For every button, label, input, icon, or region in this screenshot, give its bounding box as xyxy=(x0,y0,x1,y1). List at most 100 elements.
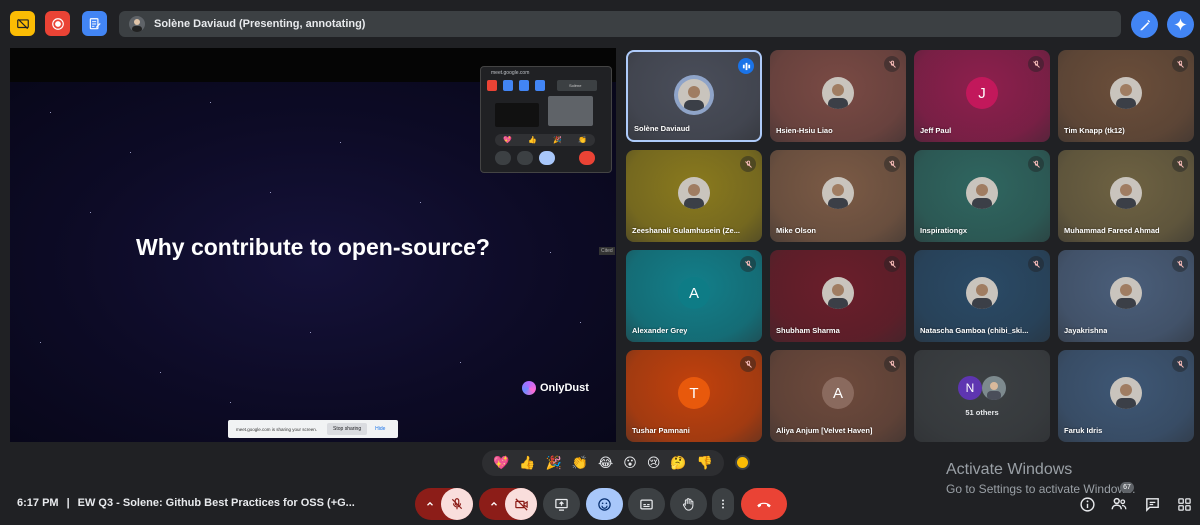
mic-off-icon xyxy=(744,360,752,368)
participant-tile[interactable]: T Tushar Pamnani xyxy=(626,350,762,442)
reactions-button[interactable] xyxy=(586,488,623,520)
reaction-emoji[interactable]: 🎉 xyxy=(545,455,561,471)
participant-tile[interactable]: Mike Olson xyxy=(770,150,906,242)
top-bar: Solène Daviaud (Presenting, annotating) xyxy=(0,0,1200,46)
gemini-button[interactable] xyxy=(1167,11,1194,38)
hide-notice-link[interactable]: Hide xyxy=(375,426,385,432)
camera-toggle-button[interactable] xyxy=(505,488,537,520)
annotate-button[interactable] xyxy=(1131,11,1158,38)
mic-control[interactable] xyxy=(415,488,473,520)
muted-indicator xyxy=(740,256,756,272)
others-count-label: 51 others xyxy=(965,408,999,417)
meeting-name: EW Q3 - Solene: Github Best Practices fo… xyxy=(77,497,355,509)
record-button[interactable] xyxy=(45,11,70,36)
info-icon xyxy=(1079,496,1095,512)
mic-off-icon xyxy=(744,260,752,268)
audio-bars-icon xyxy=(742,62,750,70)
presentation-stage[interactable]: Why contribute to open-source? Cited Onl… xyxy=(10,48,616,442)
reaction-emoji[interactable]: 😢 xyxy=(647,455,661,471)
participant-name: Tushar Pamnani xyxy=(632,426,690,435)
participant-tile[interactable]: A Alexander Grey xyxy=(626,250,762,342)
onlydust-logo-icon xyxy=(522,381,536,395)
participant-name: Jayakrishna xyxy=(1064,326,1108,335)
muted-indicator xyxy=(1172,356,1188,372)
mic-off-icon xyxy=(1176,360,1184,368)
presentation-toggle-button[interactable] xyxy=(10,11,35,36)
participant-tile[interactable]: Faruk Idris xyxy=(1058,350,1194,442)
mic-off-icon xyxy=(1176,160,1184,168)
participant-name: Natascha Gamboa (chibi_ski... xyxy=(920,326,1029,335)
reaction-emoji[interactable]: 👎 xyxy=(697,455,713,471)
chat-button[interactable] xyxy=(1140,492,1164,516)
participant-avatar xyxy=(982,376,1006,400)
participant-avatar xyxy=(966,177,998,209)
present-now-button[interactable] xyxy=(543,488,580,520)
participant-tile[interactable]: J Jeff Paul xyxy=(914,50,1050,142)
reaction-emoji[interactable]: 😮 xyxy=(623,455,637,471)
participant-tile[interactable]: Natascha Gamboa (chibi_ski... xyxy=(914,250,1050,342)
presenter-banner: Solène Daviaud (Presenting, annotating) xyxy=(119,11,1121,37)
reaction-emoji[interactable]: 💖 xyxy=(493,455,509,471)
people-button[interactable] xyxy=(1107,492,1131,516)
participant-name: Jeff Paul xyxy=(920,126,952,135)
skin-tone-picker[interactable] xyxy=(735,455,750,470)
participant-name: Faruk Idris xyxy=(1064,426,1103,435)
participant-name: Shubham Sharma xyxy=(776,326,840,335)
muted-indicator xyxy=(884,56,900,72)
participant-avatar xyxy=(1110,377,1142,409)
participant-avatar xyxy=(1110,177,1142,209)
participant-tile[interactable]: A Aliya Anjum [Velvet Haven] xyxy=(770,350,906,442)
muted-indicator xyxy=(740,156,756,172)
reaction-emoji[interactable]: 😂 xyxy=(598,455,613,471)
more-options-button[interactable] xyxy=(712,488,734,520)
mic-off-icon xyxy=(888,360,896,368)
participant-name: Aliya Anjum [Velvet Haven] xyxy=(776,426,873,435)
meet-window: Solène Daviaud (Presenting, annotating) xyxy=(0,0,1200,525)
reaction-emoji[interactable]: 🤔 xyxy=(670,455,686,471)
raise-hand-button[interactable] xyxy=(670,488,707,520)
shared-meet-mini-window: meet.google.com Solène 💖 👍 🎉 👏 xyxy=(480,66,612,173)
leave-call-button[interactable] xyxy=(741,488,787,520)
mini-sparkle-icon xyxy=(535,80,545,91)
participant-tile[interactable]: Jayakrishna xyxy=(1058,250,1194,342)
reaction-emoji[interactable]: 👏 xyxy=(572,455,588,471)
apps-icon xyxy=(1177,497,1191,511)
mini-mic-icon xyxy=(495,151,511,165)
people-icon xyxy=(1111,497,1127,510)
muted-indicator xyxy=(884,156,900,172)
people-count-badge: 67 xyxy=(1120,482,1134,493)
notes-button[interactable] xyxy=(82,11,107,36)
participant-avatar xyxy=(1110,277,1142,309)
participant-tile[interactable]: Shubham Sharma xyxy=(770,250,906,342)
mini-reactions: 💖 👍 🎉 👏 xyxy=(495,134,595,146)
participant-avatar xyxy=(822,277,854,309)
muted-indicator xyxy=(1172,256,1188,272)
participant-tile[interactable]: Hsien-Hsiu Liao xyxy=(770,50,906,142)
participant-tile[interactable]: Zeeshanali Gulamhusein (Ze... xyxy=(626,150,762,242)
participant-tile[interactable]: Muhammad Fareed Ahmad xyxy=(1058,150,1194,242)
mic-toggle-button[interactable] xyxy=(441,488,473,520)
participant-tile[interactable]: Inspirationgx xyxy=(914,150,1050,242)
mic-off-icon xyxy=(888,160,896,168)
participant-avatar: A xyxy=(678,277,710,309)
clock-time: 6:17 PM xyxy=(17,497,59,509)
captions-button[interactable] xyxy=(628,488,665,520)
participant-tile[interactable]: Tim Knapp (tk12) xyxy=(1058,50,1194,142)
muted-indicator xyxy=(1172,156,1188,172)
windows-activation-watermark: Activate Windows Go to Settings to activ… xyxy=(946,461,1136,496)
reaction-emoji[interactable]: 👍 xyxy=(519,455,535,471)
participant-tile[interactable]: N 51 others xyxy=(914,350,1050,442)
participant-name: Tim Knapp (tk12) xyxy=(1064,126,1125,135)
camera-off-icon xyxy=(514,497,528,511)
stop-sharing-button[interactable]: Stop sharing xyxy=(327,423,368,435)
mic-off-icon xyxy=(1032,260,1040,268)
participant-tile[interactable]: Solène Daviaud xyxy=(626,50,762,142)
camera-control[interactable] xyxy=(479,488,537,520)
meeting-details-button[interactable] xyxy=(1075,492,1099,516)
chat-icon xyxy=(1145,497,1159,512)
mini-video-tile xyxy=(548,96,593,126)
muted-indicator xyxy=(1028,156,1044,172)
activities-button[interactable] xyxy=(1172,492,1196,516)
reactions-bar: 💖 👍 🎉 👏 😂 😮 😢 🤔 👎 xyxy=(482,450,724,476)
mini-camera-icon xyxy=(517,151,533,165)
